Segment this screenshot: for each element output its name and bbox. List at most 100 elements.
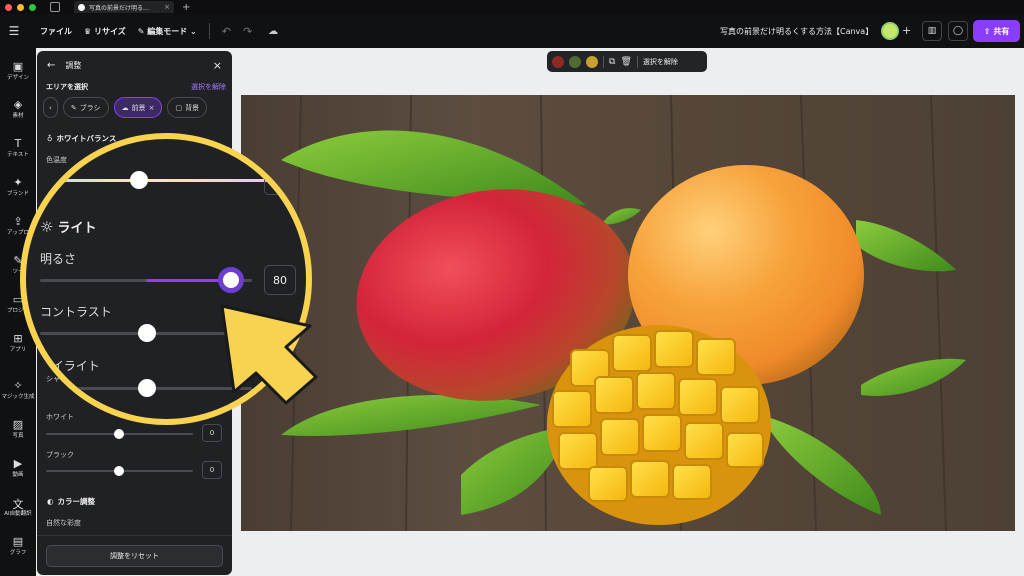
panel-title: 調整 bbox=[65, 60, 82, 70]
edit-mode-button[interactable]: ✎ 編集モード ⌄ bbox=[138, 26, 197, 37]
sidebar-item-videos[interactable]: ▶ 動画 bbox=[0, 457, 36, 478]
natural-saturation-label: 自然な彩度 bbox=[46, 519, 81, 527]
sidebar-item-text[interactable]: T テキスト bbox=[0, 137, 36, 158]
chevron-left-icon: ‹ bbox=[49, 103, 52, 112]
brightness-value[interactable]: 80 bbox=[264, 265, 296, 295]
brand-icon: ✦ bbox=[13, 176, 23, 189]
cloud-save-icon[interactable]: ☁ bbox=[268, 26, 278, 37]
color-temp-value-box[interactable] bbox=[264, 175, 304, 195]
redo-icon[interactable]: ↷ bbox=[243, 25, 252, 38]
contrast-slider[interactable] bbox=[40, 324, 252, 342]
file-menu-button[interactable]: ファイル bbox=[40, 26, 72, 37]
white-slider[interactable] bbox=[46, 429, 193, 439]
white-label: ホワイト bbox=[46, 413, 74, 421]
reset-adjustments-button[interactable]: 調整をリセット bbox=[46, 545, 223, 567]
black-label: ブラック bbox=[46, 451, 74, 459]
mango-photo[interactable] bbox=[241, 95, 1015, 531]
minimize-window-icon[interactable] bbox=[17, 3, 24, 11]
brightness-slider[interactable] bbox=[40, 267, 252, 293]
foreground-icon: ☁ bbox=[121, 103, 129, 112]
comment-icon[interactable]: ◯ bbox=[948, 21, 968, 41]
chip-label: ブラシ bbox=[79, 103, 101, 112]
contrast-slider-thumb[interactable] bbox=[138, 324, 156, 342]
mango-illustration bbox=[281, 95, 966, 531]
shapes-icon: ◈ bbox=[13, 98, 23, 111]
sidebar-item-photos[interactable]: ▨ 写真 bbox=[0, 418, 36, 439]
tab-close-icon[interactable]: × bbox=[164, 3, 170, 11]
sidebar-item-label: テキスト bbox=[7, 152, 29, 158]
magic-icon: ✧ bbox=[13, 379, 23, 392]
editor-topbar: ☰ ファイル ♛ リサイズ ✎ 編集モード ⌄ ↶ ↷ ☁ 写真の前景だけ明るく… bbox=[0, 14, 1024, 48]
video-icon: ▶ bbox=[13, 457, 23, 470]
white-value[interactable]: 0 bbox=[202, 424, 222, 442]
area-chip-row: ‹ ✎ ブラシ ☁ 前景 × ▢ 背景 bbox=[43, 97, 208, 118]
new-tab-icon[interactable]: + bbox=[182, 2, 190, 13]
crown-icon: ♛ bbox=[84, 26, 94, 36]
toolbar-divider bbox=[208, 23, 210, 39]
close-icon[interactable]: × bbox=[213, 59, 222, 72]
brightness-label: 明るさ bbox=[40, 252, 77, 266]
sidebar-item-label: デザイン bbox=[6, 75, 29, 81]
home-icon[interactable] bbox=[50, 2, 60, 12]
edit-mode-label: 編集モード bbox=[147, 26, 188, 36]
highlight-label: ハイライト bbox=[40, 359, 100, 373]
chart-icon: ▤ bbox=[12, 535, 24, 548]
menu-icon[interactable]: ☰ bbox=[0, 24, 28, 38]
color-swatch-green[interactable] bbox=[569, 55, 581, 68]
color-swatch-red[interactable] bbox=[552, 55, 564, 68]
bulb-icon: ♁ bbox=[47, 134, 53, 143]
sidebar-item-elements[interactable]: ◈ 素材 bbox=[0, 98, 36, 119]
sidebar-item-magic[interactable]: ✧ マジック生成 bbox=[0, 379, 36, 400]
resize-label: リサイズ bbox=[93, 26, 126, 36]
chip-foreground[interactable]: ☁ 前景 × bbox=[113, 97, 163, 118]
share-button[interactable]: ⇧ 共有 bbox=[973, 20, 1020, 42]
brush-icon: ✎ bbox=[70, 103, 77, 112]
light-heading: ☼ ライト bbox=[40, 217, 97, 237]
black-value[interactable]: 0 bbox=[202, 461, 222, 479]
canva-favicon-icon bbox=[78, 3, 85, 11]
chip-scroll-left[interactable]: ‹ bbox=[43, 97, 58, 118]
highlight-slider[interactable] bbox=[40, 379, 252, 397]
text-icon: T bbox=[14, 137, 22, 150]
color-adjust-label: カラー調整 bbox=[57, 497, 96, 506]
sidebar-item-charts[interactable]: ▤ グラフ bbox=[0, 535, 36, 556]
undo-icon[interactable]: ↶ bbox=[222, 25, 231, 38]
insights-icon[interactable]: ▥ bbox=[922, 21, 942, 41]
document-title[interactable]: 写真の前景だけ明るくする方法【Canva】 bbox=[720, 26, 873, 37]
black-slider-thumb[interactable] bbox=[114, 466, 124, 476]
avatar[interactable] bbox=[881, 22, 899, 40]
chip-brush[interactable]: ✎ ブラシ bbox=[62, 97, 109, 118]
highlight-slider-thumb[interactable] bbox=[138, 379, 156, 397]
sun-icon: ☼ bbox=[40, 217, 54, 236]
add-collaborator-icon[interactable]: + bbox=[902, 24, 911, 37]
sidebar-item-translate[interactable]: 文 AI自動翻訳 bbox=[0, 496, 36, 517]
pencil-icon: ✎ bbox=[137, 26, 148, 36]
chip-background[interactable]: ▢ 背景 bbox=[167, 97, 208, 118]
toolbar-divider bbox=[603, 55, 604, 68]
brightness-slider-thumb[interactable] bbox=[217, 267, 244, 293]
trash-icon[interactable]: 🗑 bbox=[620, 57, 631, 67]
color-temp-slider-thumb[interactable] bbox=[130, 171, 148, 189]
chip-remove-icon[interactable]: × bbox=[149, 104, 155, 112]
resize-button[interactable]: ♛ リサイズ bbox=[84, 26, 126, 37]
deselect-button[interactable]: 選択を解除 bbox=[643, 57, 678, 67]
sidebar-item-label: マジック生成 bbox=[1, 394, 35, 400]
close-window-icon[interactable] bbox=[5, 3, 12, 11]
browser-tab[interactable]: 写真の前景だけ明る… × bbox=[74, 1, 174, 13]
background-icon: ▢ bbox=[175, 103, 183, 112]
share-label: 共有 bbox=[993, 26, 1010, 36]
back-arrow-icon[interactable]: ← bbox=[47, 60, 55, 71]
sidebar-item-design[interactable]: ▣ デザイン bbox=[0, 60, 36, 81]
area-select-label: エリアを選択 bbox=[46, 83, 88, 91]
black-slider[interactable] bbox=[46, 466, 193, 476]
color-swatch-gold[interactable] bbox=[586, 55, 598, 68]
white-slider-thumb[interactable] bbox=[114, 429, 124, 439]
light-label: ライト bbox=[57, 221, 97, 236]
deselect-link[interactable]: 選択を解除 bbox=[191, 82, 226, 92]
duplicate-icon[interactable]: ⧉ bbox=[609, 57, 615, 67]
white-balance-label: ホワイトバランス bbox=[56, 134, 117, 143]
sidebar-item-label: ブランド bbox=[6, 191, 29, 197]
chip-label: 前景 bbox=[131, 103, 146, 112]
translate-icon: 文 bbox=[12, 498, 24, 511]
maximize-window-icon[interactable] bbox=[29, 3, 36, 11]
